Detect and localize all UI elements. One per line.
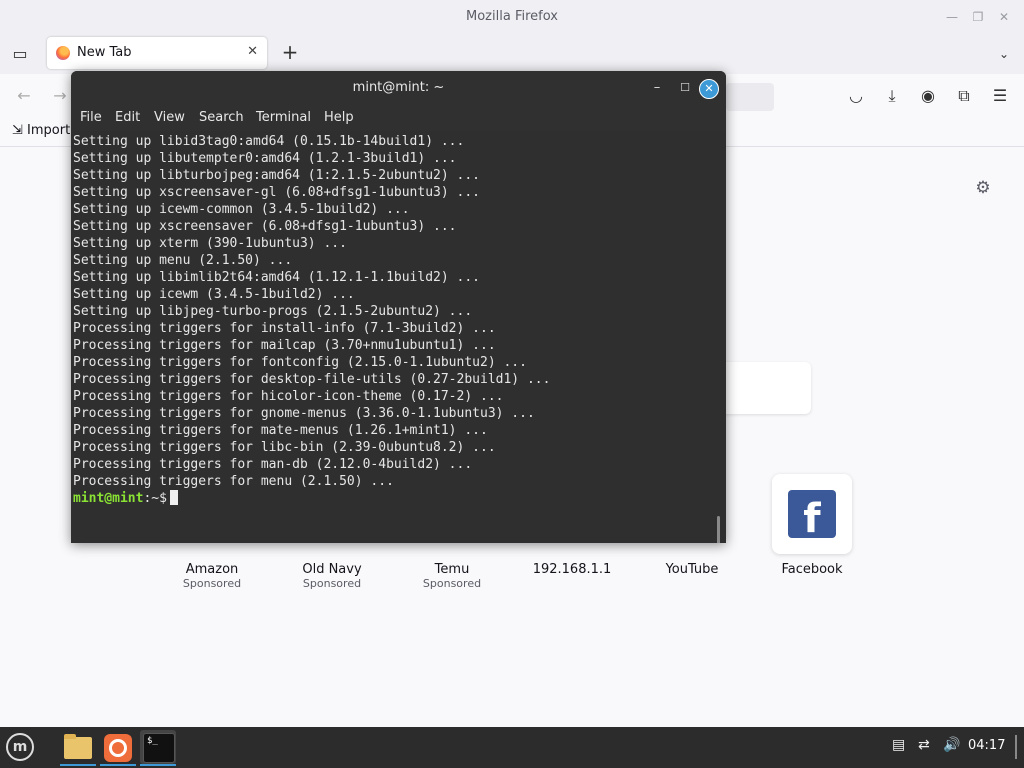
terminal-line: Setting up libjpeg-turbo-progs (2.1.5-2u… bbox=[73, 304, 473, 319]
taskbar-terminal[interactable]: $_ bbox=[140, 730, 176, 766]
terminal-prompt-line[interactable]: mint@mint:~$ bbox=[73, 490, 713, 507]
tile-label[interactable]: Old Navy bbox=[272, 562, 392, 577]
close-window-icon[interactable]: ✕ bbox=[992, 0, 1016, 34]
terminal-minimize-icon[interactable]: – bbox=[647, 71, 667, 105]
terminal-line: Setting up icewm (3.4.5-1build2) ... bbox=[73, 287, 355, 302]
download-icon[interactable]: ⤓ bbox=[882, 86, 902, 106]
notes-tray-icon[interactable]: ▤ bbox=[892, 737, 905, 753]
terminal-line: Setting up libutempter0:amd64 (1.2.1-3bu… bbox=[73, 151, 457, 166]
menu-view[interactable]: View bbox=[154, 110, 185, 125]
tile-label[interactable]: Amazon bbox=[152, 562, 272, 577]
menu-terminal[interactable]: Terminal bbox=[256, 110, 311, 125]
terminal-line: Setting up libimlib2t64:amd64 (1.12.1-1.… bbox=[73, 270, 480, 285]
terminal-line: Setting up xterm (390-1ubuntu3) ... bbox=[73, 236, 347, 251]
menu-edit[interactable]: Edit bbox=[115, 110, 140, 125]
taskbar-firefox[interactable] bbox=[100, 730, 136, 766]
volume-tray-icon[interactable]: 🔊 bbox=[943, 737, 960, 753]
taskbar: m $_ ▤ ⇄ 🔊 04:17 bbox=[0, 727, 1024, 768]
terminal-menu-bar: File Edit View Search Terminal Help bbox=[71, 107, 726, 131]
terminal-icon: $_ bbox=[143, 733, 175, 763]
tab-close-icon[interactable]: ✕ bbox=[247, 44, 258, 59]
linux-mint-menu-icon[interactable]: m bbox=[6, 733, 34, 761]
firefox-favicon-icon bbox=[56, 46, 70, 60]
gear-icon[interactable]: ⚙ bbox=[973, 178, 993, 198]
menu-search[interactable]: Search bbox=[199, 110, 244, 125]
terminal-line: Processing triggers for fontconfig (2.15… bbox=[73, 355, 527, 370]
new-tab-button[interactable]: + bbox=[280, 42, 300, 62]
show-desktop-button[interactable] bbox=[1015, 735, 1017, 759]
clock[interactable]: 04:17 bbox=[968, 738, 1005, 753]
firefox-view-icon[interactable]: ▭ bbox=[10, 44, 30, 64]
terminal-output[interactable]: Setting up libid3tag0:amd64 (0.15.1b-14b… bbox=[71, 131, 726, 543]
terminal-title: mint@mint: ~ bbox=[352, 80, 445, 95]
tile-facebook[interactable]: f bbox=[772, 474, 852, 554]
terminal-line: Setting up libturbojpeg:amd64 (1:2.1.5-2… bbox=[73, 168, 480, 183]
account-icon[interactable]: ◉ bbox=[918, 86, 938, 106]
terminal-maximize-icon[interactable]: ☐ bbox=[675, 71, 695, 105]
terminal-window[interactable]: mint@mint: ~ – ☐ ✕ File Edit View Search… bbox=[71, 71, 726, 543]
prompt-user: mint@mint bbox=[73, 491, 144, 506]
tab-bar: ▭ New Tab ✕ + ⌄ bbox=[0, 34, 1024, 74]
files-icon bbox=[64, 734, 92, 759]
back-icon[interactable]: ← bbox=[14, 86, 34, 106]
terminal-line: Setting up icewm-common (3.4.5-1build2) … bbox=[73, 202, 410, 217]
terminal-line: Processing triggers for desktop-file-uti… bbox=[73, 372, 551, 387]
facebook-logo-icon: f bbox=[788, 490, 836, 538]
import-bookmarks-button[interactable]: ⇲ Import bbox=[12, 123, 70, 138]
tile-label[interactable]: Facebook bbox=[752, 562, 872, 577]
list-all-tabs-icon[interactable]: ⌄ bbox=[994, 44, 1014, 64]
terminal-title-bar[interactable]: mint@mint: ~ – ☐ ✕ bbox=[71, 71, 726, 107]
terminal-close-icon[interactable]: ✕ bbox=[699, 79, 719, 99]
pocket-icon[interactable]: ◡ bbox=[846, 86, 866, 106]
terminal-line: Setting up menu (2.1.50) ... bbox=[73, 253, 293, 268]
terminal-line: Processing triggers for menu (2.1.50) ..… bbox=[73, 474, 394, 489]
running-indicator bbox=[60, 764, 96, 766]
tab-label: New Tab bbox=[77, 45, 132, 60]
terminal-line: Processing triggers for libc-bin (2.39-0… bbox=[73, 440, 496, 455]
firefox-window-title: Mozilla Firefox bbox=[466, 9, 558, 24]
tile-label[interactable]: Temu bbox=[392, 562, 512, 577]
text-cursor bbox=[169, 490, 178, 505]
tile-sponsored: Sponsored bbox=[182, 577, 242, 590]
hamburger-menu-icon[interactable]: ☰ bbox=[990, 86, 1010, 106]
forward-icon[interactable]: → bbox=[50, 86, 70, 106]
tile-sponsored: Sponsored bbox=[422, 577, 482, 590]
taskbar-files[interactable] bbox=[60, 730, 96, 766]
tile-label[interactable]: YouTube bbox=[632, 562, 752, 577]
minimize-icon[interactable]: — bbox=[940, 0, 964, 34]
terminal-line: Processing triggers for gnome-menus (3.3… bbox=[73, 406, 535, 421]
terminal-line: Processing triggers for install-info (7.… bbox=[73, 321, 496, 336]
menu-file[interactable]: File bbox=[80, 110, 102, 125]
terminal-line: Processing triggers for mailcap (3.70+nm… bbox=[73, 338, 496, 353]
firefox-icon bbox=[104, 734, 132, 762]
network-tray-icon[interactable]: ⇄ bbox=[918, 737, 930, 753]
tile-label[interactable]: 192.168.1.1 bbox=[512, 562, 632, 577]
extensions-icon[interactable]: ⧉ bbox=[954, 86, 974, 106]
tab-new-tab[interactable]: New Tab ✕ bbox=[47, 37, 267, 69]
terminal-text: Setting up libid3tag0:amd64 (0.15.1b-14b… bbox=[73, 133, 713, 507]
running-indicator bbox=[140, 764, 176, 766]
import-bookmarks-label: Import bbox=[27, 123, 71, 138]
terminal-line: Processing triggers for mate-menus (1.26… bbox=[73, 423, 488, 438]
firefox-title-bar: Mozilla Firefox — ❐ ✕ bbox=[0, 0, 1024, 34]
tile-sponsored: Sponsored bbox=[302, 577, 362, 590]
terminal-scrollbar[interactable] bbox=[717, 516, 720, 543]
terminal-line: Setting up xscreensaver-gl (6.08+dfsg1-1… bbox=[73, 185, 480, 200]
address-bar[interactable] bbox=[726, 83, 774, 111]
maximize-icon[interactable]: ❐ bbox=[966, 0, 990, 34]
running-indicator bbox=[100, 764, 136, 766]
prompt-path: :~$ bbox=[143, 491, 167, 506]
terminal-line: Processing triggers for hicolor-icon-the… bbox=[73, 389, 504, 404]
menu-help[interactable]: Help bbox=[324, 110, 354, 125]
terminal-line: Processing triggers for man-db (2.12.0-4… bbox=[73, 457, 473, 472]
terminal-line: Setting up libid3tag0:amd64 (0.15.1b-14b… bbox=[73, 134, 465, 149]
terminal-line: Setting up xscreensaver (6.08+dfsg1-1ubu… bbox=[73, 219, 457, 234]
